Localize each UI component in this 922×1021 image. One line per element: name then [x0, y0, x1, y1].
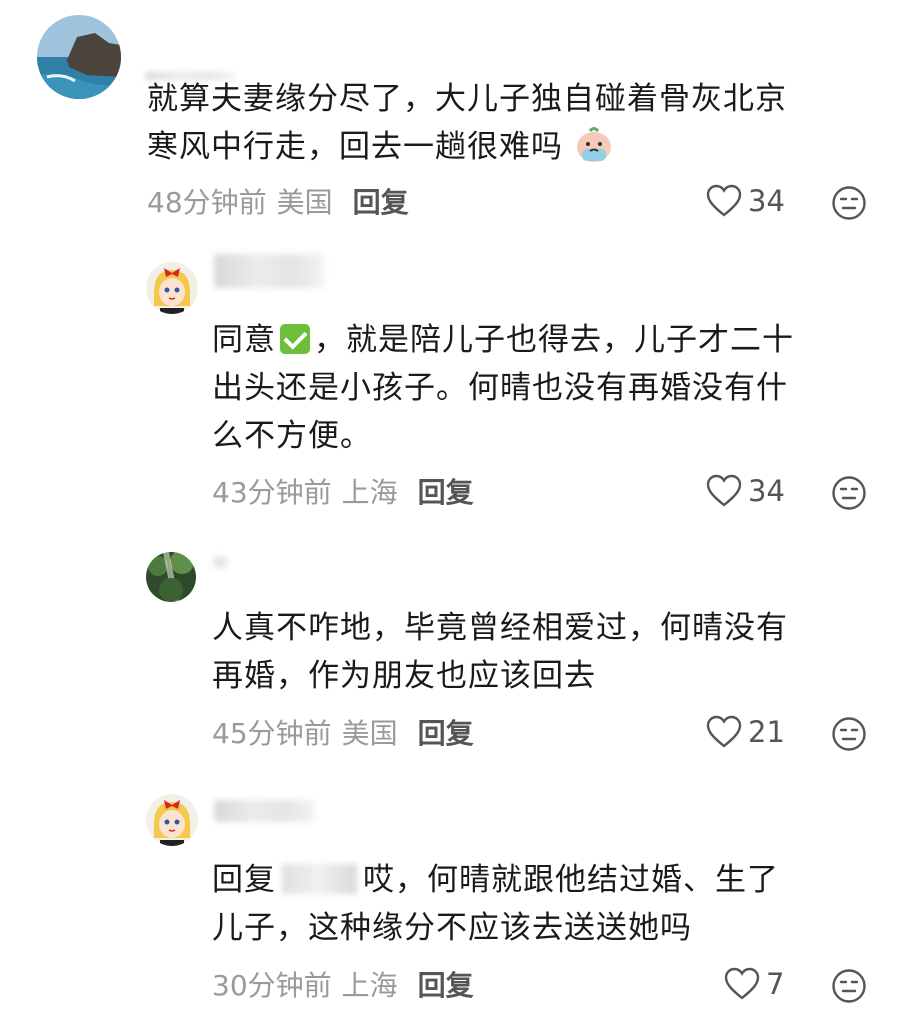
comment-text: 同意 ，就是陪儿子也得去，儿子才二十 出头还是小孩子。何晴也没有再婚没有什 么不方… — [212, 322, 794, 454]
meh-face-icon — [832, 476, 866, 510]
dislike-button[interactable] — [831, 968, 867, 1008]
dislike-button[interactable] — [831, 185, 867, 225]
comment-location: 美国 — [276, 186, 333, 219]
like-count: 7 — [766, 967, 785, 1001]
like-button[interactable]: 34 — [706, 184, 785, 218]
meh-face-icon — [832, 186, 866, 220]
cartoon-girl-avatar-icon — [146, 794, 198, 846]
reply-button[interactable]: 回复 — [418, 969, 474, 1002]
avatar-cartoon-girl[interactable] — [146, 262, 198, 314]
avatar-forest[interactable] — [146, 552, 196, 602]
comment-time: 48分钟前 — [147, 186, 267, 219]
crying-face-emoji — [574, 127, 614, 177]
comment-text: 回复 哎，何晴就跟他结过婚、生了 儿子，这种缘分不应该去送送她吗 — [212, 862, 779, 946]
comment-meta: 30分钟前 上海 回复 — [212, 968, 474, 1004]
reply-button[interactable]: 回复 — [418, 717, 474, 750]
dislike-button[interactable] — [831, 716, 867, 756]
comment-location: 上海 — [341, 969, 398, 1002]
avatar-cartoon-girl[interactable] — [146, 794, 198, 846]
like-button[interactable]: 34 — [706, 474, 785, 508]
avatar-coast[interactable] — [37, 15, 121, 99]
heart-outline-icon — [706, 474, 742, 507]
comment-location: 美国 — [341, 717, 398, 750]
coast-photo-icon — [37, 15, 121, 99]
dislike-button[interactable] — [831, 475, 867, 515]
meh-face-icon — [832, 969, 866, 1003]
mentioned-user-blurred[interactable] — [282, 864, 357, 894]
heart-outline-icon — [724, 967, 760, 1000]
forest-photo-icon — [146, 552, 196, 602]
comment-time: 43分钟前 — [212, 476, 332, 509]
like-count: 21 — [748, 715, 785, 749]
comment-location: 上海 — [341, 476, 398, 509]
reply-button[interactable]: 回复 — [353, 186, 409, 219]
comment-text: 就算夫妻缘分尽了，大儿子独自碰着骨灰北京 寒风中行走，回去一趟很难吗 — [147, 75, 887, 177]
like-button[interactable]: 21 — [706, 715, 785, 749]
like-count: 34 — [748, 184, 785, 218]
green-check-icon — [280, 324, 310, 354]
comment-meta: 45分钟前 美国 回复 — [212, 716, 474, 752]
heart-outline-icon — [706, 715, 742, 748]
cartoon-girl-avatar-icon — [146, 262, 198, 314]
like-button[interactable]: 7 — [724, 967, 784, 1001]
comment-text: 人真不咋地，毕竟曾经相爱过，何晴没有 再婚，作为朋友也应该回去 — [212, 610, 788, 694]
comment-time: 45分钟前 — [212, 717, 332, 750]
like-count: 34 — [748, 474, 785, 508]
comment-meta: 43分钟前 上海 回复 — [212, 475, 474, 511]
comment-time: 30分钟前 — [212, 969, 332, 1002]
meh-face-icon — [832, 717, 866, 751]
reply-button[interactable]: 回复 — [418, 476, 474, 509]
comment-meta: 48分钟前 美国 回复 — [147, 185, 409, 221]
username-blurred[interactable] — [214, 556, 228, 568]
username-blurred[interactable] — [214, 254, 324, 288]
username-blurred[interactable] — [214, 800, 314, 822]
heart-outline-icon — [706, 184, 742, 217]
